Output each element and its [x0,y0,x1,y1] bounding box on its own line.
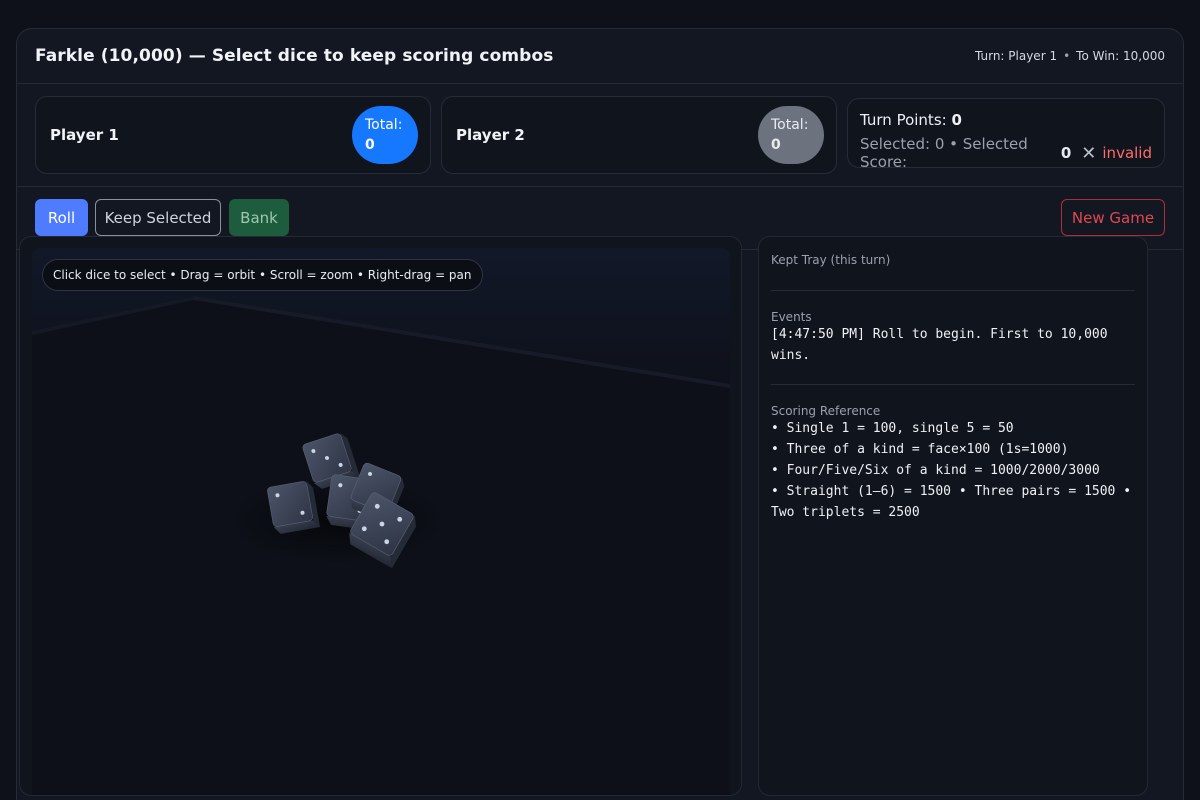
close-icon: ✕ [1081,142,1097,164]
dice-canvas[interactable]: Click dice to select • Drag = orbit • Sc… [32,248,730,795]
selected-text: Selected: 0 • Selected Score: [860,135,1028,171]
reference-item: • Three of a kind = face×100 (1s=1000) [771,442,1069,457]
total-value: 0 [365,137,375,153]
event-entry: [4:47:50 PM] Roll to begin. First to 10,… [771,327,1108,363]
player-name: Player 2 [456,126,525,144]
status-separator: • [1063,49,1071,63]
events-log: Events [4:47:50 PM] Roll to begin. First… [771,291,1135,385]
validity-status: invalid [1102,144,1152,162]
side-panel: Kept Tray (this turn) Events [4:47:50 PM… [758,236,1148,796]
new-game-button[interactable]: New Game [1061,199,1165,236]
dice-stage: Click dice to select • Drag = orbit • Sc… [19,236,742,796]
scene-svg [32,248,730,795]
selection-status: Selected: 0 • Selected Score: 0 ✕ invali… [860,135,1152,171]
total-value: 0 [771,137,781,153]
player-total-badge: Total: 0 [352,106,418,164]
total-label: Total: [365,117,403,133]
page-title: Farkle (10,000) — Select dice to keep sc… [35,46,554,66]
events-label: Events [771,310,812,324]
total-label: Total: [771,117,809,133]
turn-card: Turn Points: 0 Selected: 0 • Selected Sc… [847,98,1165,171]
reference-item: • Four/Five/Six of a kind = 1000/2000/30… [771,463,1100,478]
player-card-1: Player 1 Total: 0 [35,96,431,174]
roll-button[interactable]: Roll [35,199,88,236]
kept-tray-label: Kept Tray (this turn) [771,253,891,267]
scoring-reference: Scoring Reference • Single 1 = 100, sing… [771,385,1135,523]
reference-item: • Straight (1–6) = 1500 • Three pairs = … [771,484,1132,520]
turn-status: Turn: Player 1 • To Win: 10,000 [975,49,1165,63]
keep-selected-button[interactable]: Keep Selected [95,199,221,236]
player-card-2: Player 2 Total: 0 [441,96,837,174]
turn-points-value: 0 [951,111,962,129]
scoreboard: Player 1 Total: 0 Player 2 Total: 0 Turn… [17,84,1183,187]
turn-points: Turn Points: 0 [860,111,1152,129]
reference-list: • Single 1 = 100, single 5 = 50 • Three … [771,418,1135,523]
controls-hint: Click dice to select • Drag = orbit • Sc… [42,259,483,291]
bank-button[interactable]: Bank [229,199,289,236]
player-total-badge: Total: 0 [758,106,824,164]
kept-tray: Kept Tray (this turn) [771,237,1135,291]
current-turn: Turn: Player 1 [974,49,1058,63]
reference-item: • Single 1 = 100, single 5 = 50 [771,421,1014,436]
header: Farkle (10,000) — Select dice to keep sc… [17,29,1183,84]
player-name: Player 1 [50,126,119,144]
turn-points-label: Turn Points: [860,111,947,129]
selected-score: 0 [1060,144,1072,162]
target-score: To Win: 10,000 [1076,49,1165,63]
reference-label: Scoring Reference [771,404,881,418]
